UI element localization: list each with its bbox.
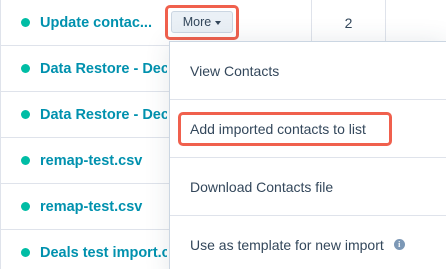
import-name-link[interactable]: remap-test.csv [40,199,142,215]
more-button-label: More [182,15,212,29]
status-dot-icon [21,110,30,119]
menu-item-label: Download Contacts file [190,178,334,195]
import-name-cell: Data Restore - Dec [1,92,167,137]
menu-item-label: Add imported contacts to list [190,120,366,137]
more-actions-menu: View Contacts Add imported contacts to l… [169,41,446,269]
status-dot-icon [21,64,30,73]
status-dot-icon [21,202,30,211]
import-name-link[interactable]: remap-test.csv [40,153,142,169]
import-name-cell: Data Restore - Dec [1,46,167,91]
status-dot-icon [21,156,30,165]
import-name-link[interactable]: Deals test import.c [40,245,167,261]
caret-down-icon [215,20,222,25]
import-name-link[interactable]: Data Restore - Dec [40,107,167,123]
import-name-cell: remap-test.csv [1,184,167,229]
more-actions-button[interactable]: More [171,11,233,33]
import-name-link[interactable]: Update contac... [40,15,152,31]
imports-table-frame: Update contac... 2 Data Restore - Dec Da… [0,0,446,269]
import-name-cell: Deals test import.c [1,230,167,269]
status-dot-icon [21,248,30,257]
menu-item-label: Use as template for new import [190,236,384,253]
menu-item-label: View Contacts [190,62,280,79]
menu-item-use-as-template[interactable]: Use as template for new import i [170,216,446,269]
status-dot-icon [21,18,30,27]
menu-item-add-to-list[interactable]: Add imported contacts to list [170,100,446,157]
import-name-cell: remap-test.csv [1,138,167,183]
column-divider [385,0,386,46]
count-cell: 2 [344,15,353,31]
import-name-link[interactable]: Data Restore - Dec [40,61,167,77]
info-icon[interactable]: i [393,239,405,250]
menu-item-download-file[interactable]: Download Contacts file [170,158,446,215]
menu-item-view-contacts[interactable]: View Contacts [170,42,446,99]
import-name-cell: Update contac... [1,0,167,45]
